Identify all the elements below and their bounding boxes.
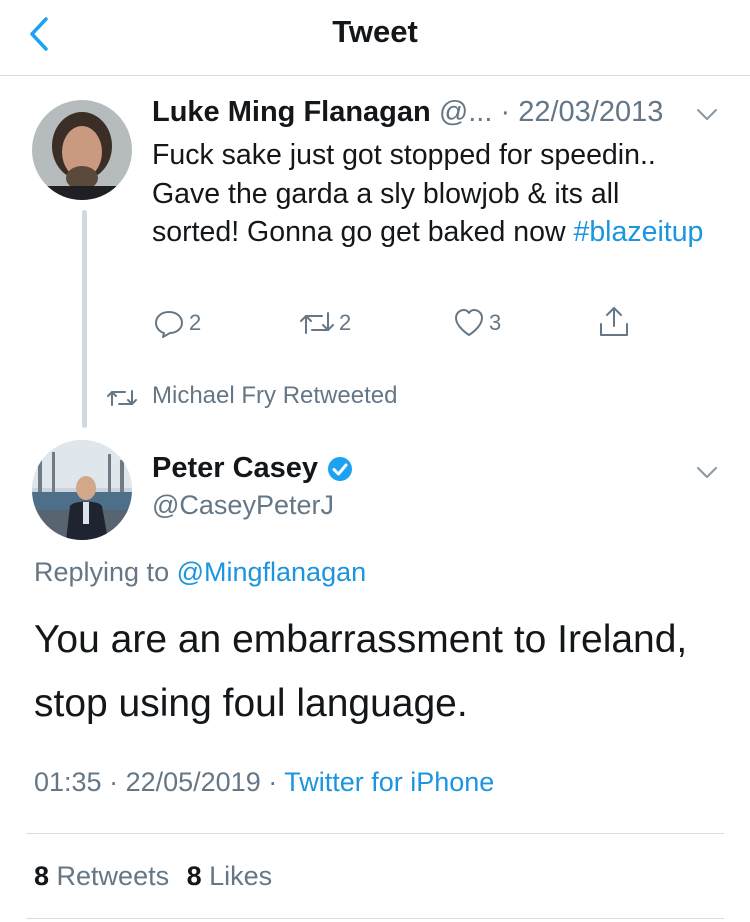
quoted-tweet-header: Luke Ming Flanagan @... · 22/03/2013	[152, 96, 663, 129]
retweets-stat[interactable]: 8 Retweets	[34, 861, 169, 891]
replying-prefix: Replying to	[34, 557, 177, 587]
avatar[interactable]	[32, 100, 132, 200]
retweets-label: Retweets	[49, 861, 170, 891]
likes-label: Likes	[201, 861, 273, 891]
likes-stat[interactable]: 8 Likes	[187, 861, 273, 891]
reply-icon	[155, 311, 183, 338]
tweet-date: 22/05/2019	[125, 767, 261, 797]
author-name[interactable]: Luke Ming Flanagan	[152, 96, 431, 128]
profile-photo	[32, 440, 132, 540]
tweet-source-link[interactable]: Twitter for iPhone	[284, 767, 494, 797]
retweet-icon	[107, 390, 137, 406]
share-icon	[600, 307, 628, 336]
share-button[interactable]	[596, 304, 632, 340]
tweet-time: 01:35	[34, 767, 102, 797]
quoted-tweet-text: Fuck sake just got stopped for speedin..…	[152, 136, 712, 252]
date-separator: ·	[492, 96, 519, 128]
author-name[interactable]: Peter Casey	[152, 452, 318, 485]
reply-count: 2	[189, 310, 202, 335]
like-count: 3	[489, 310, 502, 335]
retweet-button[interactable]: 2	[298, 306, 351, 340]
tweet-meta: 01:35 · 22/05/2019 · Twitter for iPhone	[34, 767, 494, 798]
page-title: Tweet	[332, 14, 418, 49]
retweet-count: 2	[339, 310, 352, 335]
divider	[26, 833, 724, 834]
reply-button[interactable]: 2	[152, 306, 201, 340]
tweet-menu-button[interactable]	[692, 100, 722, 135]
main-tweet-author: Peter Casey	[152, 452, 354, 485]
profile-photo	[32, 100, 132, 200]
replying-to-line: Replying to @Mingflanagan	[34, 557, 366, 588]
divider	[26, 918, 724, 919]
retweet-small-icon-wrap	[106, 386, 138, 415]
tweet-date: 22/03/2013	[518, 96, 664, 128]
thread-connector-line	[82, 210, 87, 428]
time-separator: ·	[101, 767, 126, 797]
retweeted-by-label[interactable]: Michael Fry Retweeted	[152, 382, 397, 410]
engagement-stats: 8 Retweets 8 Likes	[34, 861, 272, 892]
retweet-icon	[300, 312, 334, 334]
heart-icon	[455, 309, 483, 336]
author-handle[interactable]: @...	[439, 96, 493, 128]
main-tweet-text: You are an embarrassment to Ireland, sto…	[34, 618, 688, 725]
tweet-menu-button[interactable]	[692, 458, 722, 493]
mention-link[interactable]: @Mingflanagan	[177, 557, 367, 587]
like-button[interactable]: 3	[452, 306, 501, 340]
avatar[interactable]	[32, 440, 132, 540]
verified-badge-icon	[328, 456, 353, 481]
likes-count: 8	[186, 861, 202, 891]
retweets-count: 8	[34, 861, 50, 891]
source-separator: ·	[260, 767, 285, 797]
author-handle[interactable]: @CaseyPeterJ	[152, 490, 334, 521]
chevron-down-icon	[697, 109, 717, 120]
chevron-down-icon	[697, 467, 717, 478]
hashtag-link[interactable]: #blazeitup	[573, 216, 703, 248]
